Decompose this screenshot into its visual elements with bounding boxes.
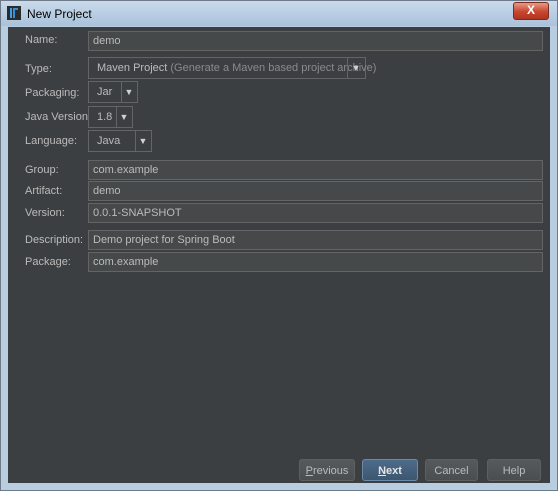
- artifact-label: Artifact:: [25, 185, 63, 197]
- package-field[interactable]: com.example: [88, 252, 543, 272]
- name-field[interactable]: demo: [88, 31, 543, 51]
- title-bar[interactable]: New Project X: [1, 1, 557, 26]
- chevron-down-icon: ▼: [351, 63, 361, 73]
- window-title: New Project: [27, 7, 92, 21]
- group-label: Group:: [25, 164, 59, 176]
- package-label: Package:: [25, 256, 71, 268]
- type-select[interactable]: Maven Project (Generate a Maven based pr…: [88, 57, 376, 79]
- description-label: Description:: [25, 234, 84, 246]
- new-project-dialog: New Project X Name: demo Type: Maven Pro…: [0, 0, 558, 491]
- chevron-down-icon: ▼: [138, 136, 148, 146]
- dialog-content: Name: demo Type: Maven Project (Generate…: [8, 27, 550, 483]
- next-button[interactable]: Next: [362, 459, 418, 481]
- artifact-field[interactable]: demo: [88, 181, 543, 201]
- version-field[interactable]: 0.0.1-SNAPSHOT: [88, 203, 543, 223]
- java-version-select[interactable]: 1.8 ▼: [88, 106, 133, 128]
- packaging-select[interactable]: Jar ▼: [88, 81, 138, 103]
- intellij-icon: [7, 6, 21, 20]
- java-version-label: Java Version:: [25, 111, 92, 123]
- packaging-value: Jar: [97, 86, 113, 98]
- chevron-down-icon: ▼: [119, 112, 129, 122]
- version-label: Version:: [25, 207, 65, 219]
- language-select[interactable]: Java ▼: [88, 130, 152, 152]
- group-field[interactable]: com.example: [88, 160, 543, 180]
- cancel-button[interactable]: Cancel: [425, 459, 478, 481]
- name-label: Name:: [25, 34, 58, 46]
- language-label: Language:: [25, 135, 77, 147]
- type-value: Maven Project: [97, 62, 168, 74]
- type-hint: (Generate a Maven based project archive): [170, 62, 377, 74]
- type-label: Type:: [25, 63, 52, 75]
- description-field[interactable]: Demo project for Spring Boot: [88, 230, 543, 250]
- type-select-separator: [347, 58, 348, 78]
- language-value: Java: [97, 135, 121, 147]
- close-button[interactable]: X: [513, 2, 549, 20]
- previous-button[interactable]: Previous: [299, 459, 355, 481]
- java-version-value: 1.8: [97, 111, 113, 123]
- packaging-label: Packaging:: [25, 87, 80, 99]
- help-button[interactable]: Help: [487, 459, 541, 481]
- chevron-down-icon: ▼: [124, 87, 134, 97]
